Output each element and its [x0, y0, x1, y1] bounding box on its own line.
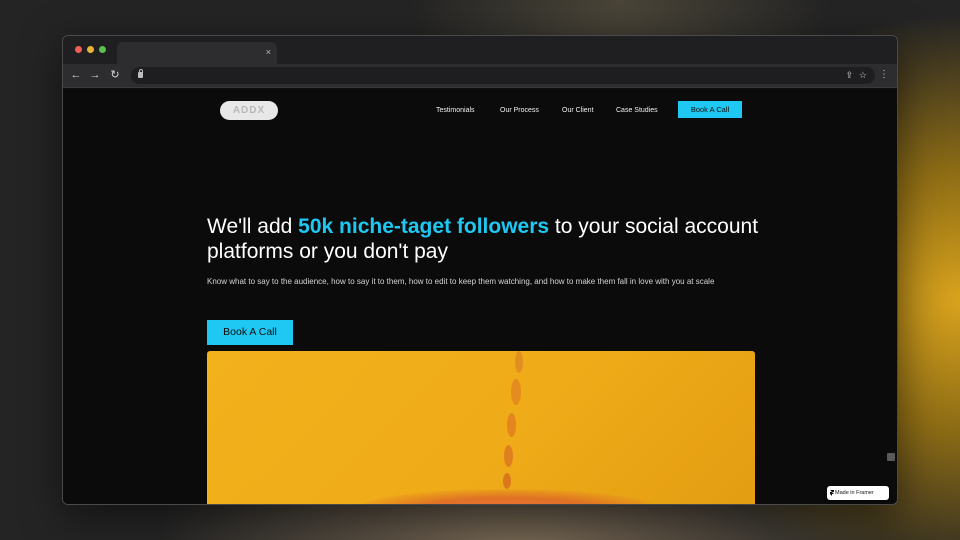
site-logo[interactable]: ADDX — [220, 101, 278, 120]
address-bar[interactable]: ⇪ ☆ — [131, 67, 875, 84]
lock-icon — [138, 69, 143, 78]
browser-toolbar: ← → ↻ ⇪ ☆ ⋮ — [63, 64, 897, 88]
close-window-button[interactable] — [75, 46, 82, 53]
liquid-drop-2 — [511, 379, 521, 405]
browser-window: × ← → ↻ ⇪ ☆ ⋮ ADDX Testimonials Our Proc… — [62, 35, 898, 505]
headline-pre: We'll add — [207, 215, 299, 238]
liquid-drop-3 — [507, 413, 516, 437]
nav-link-testimonials[interactable]: Testimonials — [436, 107, 475, 114]
headline-highlight: 50k niche-taget followers — [298, 215, 550, 238]
liquid-splash — [357, 489, 657, 504]
browser-menu-icon[interactable]: ⋮ — [879, 69, 889, 81]
book-call-nav-button[interactable]: Book A Call — [678, 101, 742, 118]
forward-arrow-icon[interactable]: → — [89, 69, 101, 81]
tab-bar: × — [63, 36, 897, 64]
liquid-drop-4 — [504, 445, 513, 467]
bookmark-star-icon[interactable]: ☆ — [859, 70, 867, 80]
made-in-framer-badge[interactable]: Made in Framer — [827, 486, 889, 500]
maximize-window-button[interactable] — [99, 46, 106, 53]
liquid-drop-5 — [503, 473, 511, 489]
minimize-window-button[interactable] — [87, 46, 94, 53]
reload-icon[interactable]: ↻ — [109, 69, 121, 81]
page-viewport: ADDX Testimonials Our Process Our Client… — [63, 89, 897, 504]
hero-image — [207, 351, 755, 504]
book-call-hero-button[interactable]: Book A Call — [207, 320, 293, 345]
back-arrow-icon[interactable]: ← — [70, 69, 82, 81]
share-icon[interactable]: ⇪ — [845, 70, 853, 80]
framer-badge-label: Made in Framer — [835, 490, 874, 496]
framer-logo-icon — [830, 490, 834, 496]
nav-link-our-process[interactable]: Our Process — [500, 107, 539, 114]
window-controls — [75, 46, 106, 53]
tab-close-icon[interactable]: × — [266, 47, 271, 57]
browser-tab[interactable]: × — [117, 42, 277, 64]
side-widget-icon[interactable] — [887, 453, 895, 461]
nav-link-our-client[interactable]: Our Client — [562, 107, 594, 114]
nav-link-case-studies[interactable]: Case Studies — [616, 107, 658, 114]
liquid-drop-1 — [515, 351, 523, 373]
hero-headline: We'll add 50k niche-taget followers to y… — [207, 214, 767, 264]
hero-subtext: Know what to say to the audience, how to… — [207, 277, 715, 286]
